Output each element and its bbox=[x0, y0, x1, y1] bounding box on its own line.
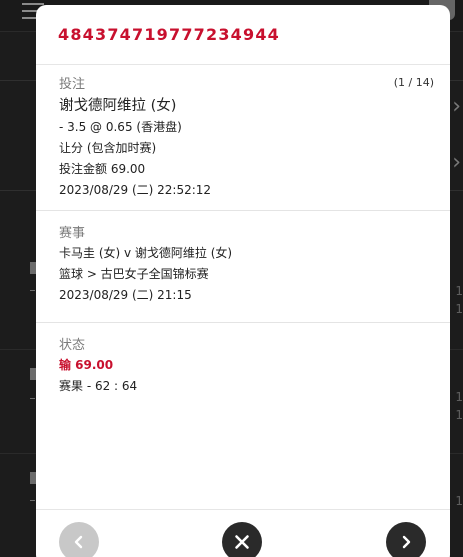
background-chevron-icon: › bbox=[452, 94, 461, 119]
event-matchup: 卡马圭 (女) v 谢戈德阿维拉 (女) bbox=[59, 246, 233, 260]
close-button[interactable] bbox=[222, 522, 262, 557]
background-side-mark: 1 bbox=[455, 390, 463, 404]
background-mark bbox=[30, 290, 35, 291]
bet-team: 谢戈德阿维拉 (女) bbox=[59, 98, 177, 114]
close-icon bbox=[235, 535, 249, 549]
page-counter: (1 / 14) bbox=[393, 76, 434, 89]
chevron-left-icon bbox=[74, 535, 83, 549]
next-button[interactable] bbox=[386, 522, 426, 557]
background-side-mark: 1 bbox=[455, 302, 463, 316]
status-section: 状态 输 69.00 赛果 - 62 : 64 bbox=[36, 323, 450, 423]
match-score: 赛果 - 62 : 64 bbox=[59, 379, 138, 393]
background-side-mark: 1 bbox=[455, 494, 463, 508]
bet-section: 投注 (1 / 14) 谢戈德阿维拉 (女) - 3.5 @ 0.65 (香港盘… bbox=[36, 65, 450, 211]
bet-detail-modal: 484374719777234944 投注 (1 / 14) 谢戈德阿维拉 (女… bbox=[36, 5, 450, 557]
bet-placed-time: 2023/08/29 (二) 22:52:12 bbox=[59, 183, 212, 197]
background-mark bbox=[30, 500, 35, 501]
background-chevron-icon: › bbox=[452, 150, 461, 175]
previous-button[interactable] bbox=[59, 522, 99, 557]
bet-odds-line: - 3.5 @ 0.65 (香港盘) bbox=[59, 120, 182, 134]
event-competition: 篮球 > 古巴女子全国锦标赛 bbox=[59, 267, 209, 281]
status-label: 状态 bbox=[59, 338, 86, 353]
event-section: 赛事 卡马圭 (女) v 谢戈德阿维拉 (女) 篮球 > 古巴女子全国锦标赛 2… bbox=[36, 211, 450, 323]
background-mark bbox=[30, 398, 35, 399]
event-label: 赛事 bbox=[59, 226, 86, 241]
event-start-time: 2023/08/29 (二) 21:15 bbox=[59, 288, 192, 302]
ticket-id: 484374719777234944 bbox=[58, 25, 280, 44]
status-result: 输 69.00 bbox=[59, 358, 114, 372]
modal-footer bbox=[36, 509, 450, 557]
chevron-right-icon bbox=[402, 535, 411, 549]
background-side-mark: 1 bbox=[455, 284, 463, 298]
bet-market: 让分 (包含加时赛) bbox=[59, 141, 157, 155]
bet-stake: 投注金额 69.00 bbox=[59, 162, 146, 176]
modal-header: 484374719777234944 bbox=[36, 5, 450, 65]
background-side-mark: 1 bbox=[455, 408, 463, 422]
bet-label: 投注 bbox=[59, 77, 86, 92]
